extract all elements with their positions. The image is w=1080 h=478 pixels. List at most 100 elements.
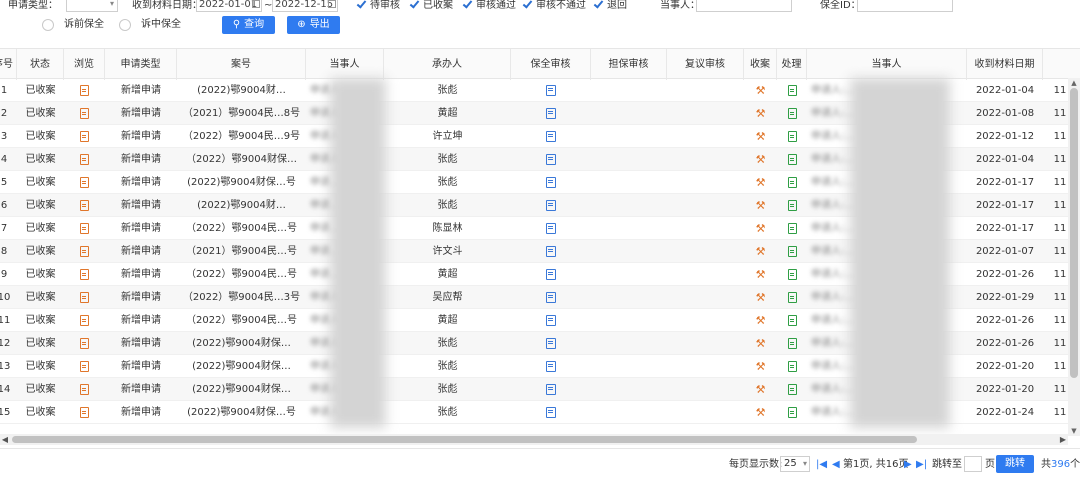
cell-proc[interactable] [777, 194, 807, 217]
cell-gavel[interactable]: ⚒ [744, 102, 777, 125]
cell-proc[interactable] [777, 79, 807, 102]
cell-view[interactable] [64, 171, 105, 194]
view-document-icon[interactable] [80, 84, 89, 96]
audit-form-icon[interactable] [546, 337, 556, 349]
process-icon[interactable] [787, 130, 797, 142]
cell-view[interactable] [64, 148, 105, 171]
gavel-icon[interactable]: ⚒ [756, 200, 766, 211]
cell-view[interactable] [64, 79, 105, 102]
view-document-icon[interactable] [80, 268, 89, 280]
cell-audit[interactable] [511, 263, 591, 286]
cell-view[interactable] [64, 401, 105, 424]
audit-form-icon[interactable] [546, 406, 556, 418]
scroll-left-icon[interactable]: ◀ [0, 434, 10, 445]
cell-audit[interactable] [511, 171, 591, 194]
checkbox-rejected[interactable]: 审核不通过 [523, 0, 586, 13]
audit-form-icon[interactable] [546, 383, 556, 395]
apply-type-select[interactable]: ▾ [66, 0, 118, 12]
gavel-icon[interactable]: ⚒ [756, 407, 766, 418]
cell-proc[interactable] [777, 263, 807, 286]
col-header-handler[interactable]: 承办人 [384, 49, 511, 80]
cell-gavel[interactable]: ⚒ [744, 171, 777, 194]
process-icon[interactable] [787, 268, 797, 280]
cell-view[interactable] [64, 286, 105, 309]
process-icon[interactable] [787, 245, 797, 257]
cell-view[interactable] [64, 217, 105, 240]
gavel-icon[interactable]: ⚒ [756, 246, 766, 257]
vertical-scrollbar[interactable]: ▲ ▼ [1068, 78, 1080, 436]
view-document-icon[interactable] [80, 291, 89, 303]
first-page-icon[interactable]: |◀ [816, 458, 827, 472]
horizontal-scrollbar[interactable]: ◀ ▶ [0, 434, 1068, 445]
cell-proc[interactable] [777, 401, 807, 424]
cell-view[interactable] [64, 263, 105, 286]
process-icon[interactable] [787, 383, 797, 395]
search-button[interactable]: ⚲ 查询 [222, 16, 275, 34]
cell-gavel[interactable]: ⚒ [744, 125, 777, 148]
audit-form-icon[interactable] [546, 107, 556, 119]
process-icon[interactable] [787, 107, 797, 119]
cell-proc[interactable] [777, 286, 807, 309]
audit-form-icon[interactable] [546, 268, 556, 280]
checkbox-accepted[interactable]: 已收案 [410, 0, 453, 13]
cell-proc[interactable] [777, 217, 807, 240]
process-icon[interactable] [787, 337, 797, 349]
view-document-icon[interactable] [80, 314, 89, 326]
gavel-icon[interactable]: ⚒ [756, 108, 766, 119]
view-document-icon[interactable] [80, 176, 89, 188]
cell-audit[interactable] [511, 355, 591, 378]
cell-view[interactable] [64, 102, 105, 125]
cell-proc[interactable] [777, 378, 807, 401]
audit-form-icon[interactable] [546, 176, 556, 188]
col-header-view[interactable]: 浏览 [64, 49, 105, 80]
gavel-icon[interactable]: ⚒ [756, 223, 766, 234]
cell-proc[interactable] [777, 309, 807, 332]
prev-page-icon[interactable]: ◀ [832, 458, 840, 472]
process-icon[interactable] [787, 199, 797, 211]
gavel-icon[interactable]: ⚒ [756, 361, 766, 372]
process-icon[interactable] [787, 176, 797, 188]
cell-view[interactable] [64, 240, 105, 263]
scroll-down-icon[interactable]: ▼ [1070, 427, 1078, 435]
view-document-icon[interactable] [80, 406, 89, 418]
gavel-icon[interactable]: ⚒ [756, 177, 766, 188]
preservation-id-input[interactable] [857, 0, 953, 12]
horizontal-scroll-thumb[interactable] [12, 436, 917, 443]
col-header-party[interactable]: 当事人 [306, 49, 384, 80]
cell-view[interactable] [64, 125, 105, 148]
last-page-icon[interactable]: ▶| [916, 458, 927, 472]
scroll-right-icon[interactable]: ▶ [1058, 434, 1068, 445]
cell-audit[interactable] [511, 102, 591, 125]
gavel-icon[interactable]: ⚒ [756, 131, 766, 142]
cell-view[interactable] [64, 355, 105, 378]
view-document-icon[interactable] [80, 199, 89, 211]
cell-proc[interactable] [777, 148, 807, 171]
cell-proc[interactable] [777, 240, 807, 263]
checkbox-approved[interactable]: 审核通过 [463, 0, 516, 13]
view-document-icon[interactable] [80, 130, 89, 142]
cell-proc[interactable] [777, 171, 807, 194]
scroll-up-icon[interactable]: ▲ [1070, 79, 1078, 87]
cell-audit[interactable] [511, 217, 591, 240]
audit-form-icon[interactable] [546, 314, 556, 326]
cell-gavel[interactable]: ⚒ [744, 401, 777, 424]
gavel-icon[interactable]: ⚒ [756, 338, 766, 349]
cell-view[interactable] [64, 194, 105, 217]
col-header-case-no[interactable]: 案号 [177, 49, 306, 80]
cell-audit[interactable] [511, 194, 591, 217]
date-to-input[interactable]: 2022-12-15 [272, 0, 338, 12]
audit-form-icon[interactable] [546, 130, 556, 142]
jump-page-input[interactable] [964, 456, 982, 472]
audit-form-icon[interactable] [546, 360, 556, 372]
view-document-icon[interactable] [80, 245, 89, 257]
cell-audit[interactable] [511, 240, 591, 263]
gavel-icon[interactable]: ⚒ [756, 269, 766, 280]
col-header-review-audit[interactable]: 复议审核 [667, 49, 744, 80]
calendar-icon[interactable] [252, 0, 260, 8]
view-document-icon[interactable] [80, 337, 89, 349]
cell-audit[interactable] [511, 148, 591, 171]
view-document-icon[interactable] [80, 107, 89, 119]
per-page-select[interactable]: 25 ▾ [780, 456, 810, 472]
cell-audit[interactable] [511, 79, 591, 102]
cell-audit[interactable] [511, 286, 591, 309]
